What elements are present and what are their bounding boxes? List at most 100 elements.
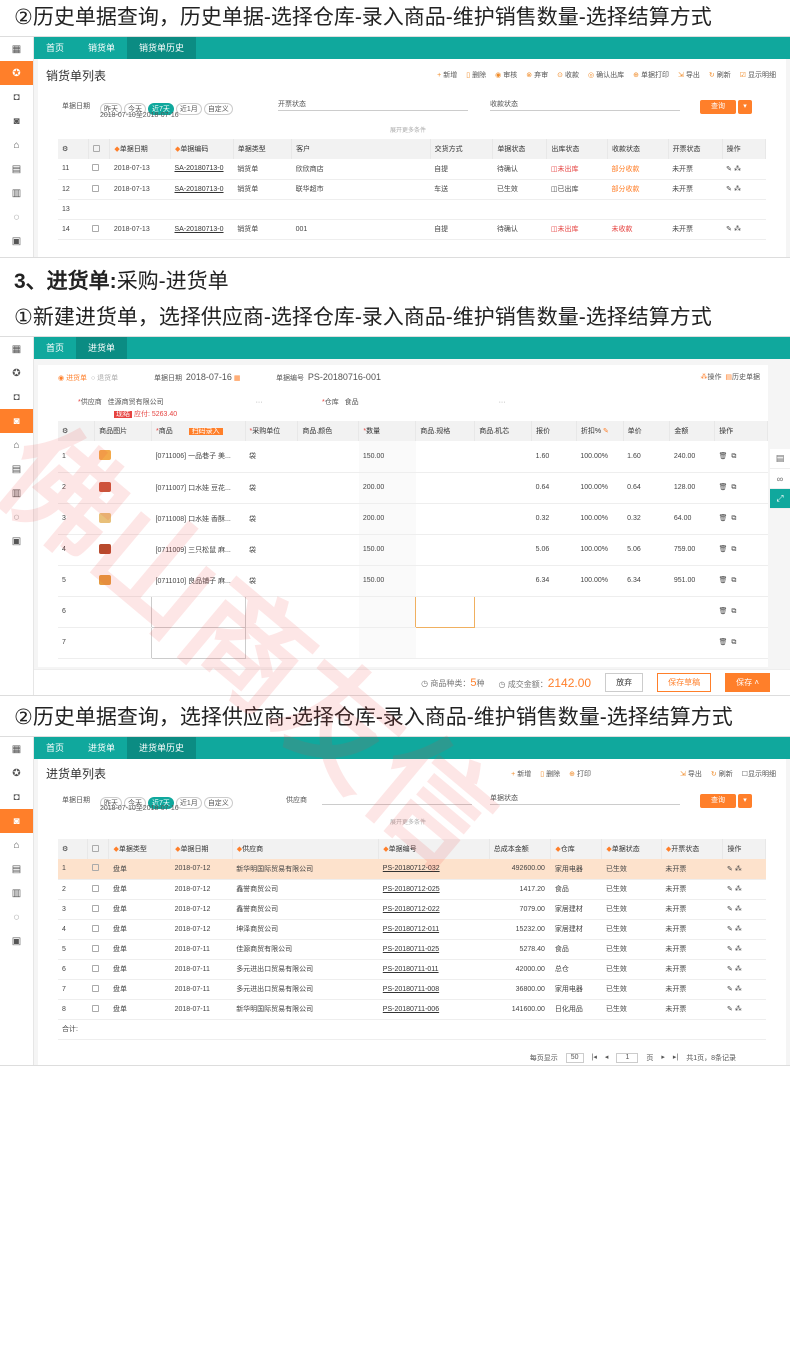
trash-icon[interactable]: 🗑	[719, 515, 728, 522]
table-row[interactable]: 14 2018-07-13 SA-20180713-0 销货单 001 自提 待确认 ◫未出库…	[58, 219, 766, 240]
invoice-status-select[interactable]: 开票状态	[278, 99, 468, 111]
table-row[interactable]: 3 盘单 2018-07-12 鑫誉商贸公司 PS-20180712-022 7079.0…	[58, 899, 766, 920]
export-button[interactable]: ⇲ 导出	[680, 769, 702, 779]
goods-row[interactable]: 7 🗑 ⧉	[58, 626, 768, 659]
copy-icon[interactable]: ⧉	[731, 608, 736, 615]
more-icon[interactable]: ⁂	[734, 226, 741, 233]
sales-icon[interactable]: ✪	[0, 761, 33, 785]
col-supplier[interactable]: ◆供应商	[232, 839, 380, 859]
more-icon[interactable]: ⁂	[735, 1006, 742, 1013]
audit-button[interactable]: ◉ 审核	[495, 70, 517, 80]
tab-sales-history[interactable]: 销货单历史	[127, 37, 197, 59]
row-spec[interactable]	[415, 565, 475, 597]
col-code[interactable]: ◆单据编号	[378, 839, 490, 859]
edit-discount-icon[interactable]: ✎	[603, 428, 609, 435]
refresh-icon[interactable]: ◌	[0, 205, 33, 229]
table-row[interactable]: 7 盘单 2018-07-11 多元进出口贸易有限公司 PS-20180711-008 3…	[58, 979, 766, 1000]
copy-icon[interactable]: ⧉	[731, 484, 736, 491]
col-status[interactable]: 单据状态	[492, 139, 548, 159]
more-icon[interactable]: ⁂	[735, 866, 742, 873]
trash-icon[interactable]: 🗑	[719, 546, 728, 553]
row-checkbox[interactable]	[87, 939, 109, 960]
goods-row[interactable]: 4 [0711009] 三只松鼠 麻... 袋 150.00 5.06 100.00% 5.…	[58, 534, 768, 566]
tab-sales[interactable]: 销货单	[76, 37, 127, 59]
chip-custom[interactable]: 自定义	[203, 797, 233, 809]
goods-cell[interactable]	[151, 626, 246, 659]
row-checkbox[interactable]	[88, 159, 110, 180]
goods-cell[interactable]: [0711008] 口水娃 香酥...	[151, 503, 246, 535]
calendar-icon[interactable]: ▦	[0, 337, 33, 361]
header-checkbox[interactable]	[88, 139, 111, 159]
col-out-status[interactable]: 出库状态	[546, 139, 608, 159]
first-page-icon[interactable]: |◂	[592, 1053, 597, 1063]
link-icon[interactable]: ∞	[770, 469, 790, 489]
row-code-link[interactable]: PS-20180711-008	[378, 979, 490, 1000]
row-checkbox[interactable]	[88, 219, 110, 240]
col-date[interactable]: ◆单据日期	[109, 139, 171, 159]
document-icon[interactable]: ▣	[0, 229, 33, 253]
refresh-button[interactable]: ↻ 刷新	[711, 769, 733, 779]
more-icon[interactable]: ⁂	[734, 186, 741, 193]
export-button[interactable]: ⇲ 导出	[678, 70, 700, 80]
chip-1month[interactable]: 近1月	[175, 103, 202, 115]
row-code-link[interactable]: PS-20180712-025	[378, 879, 490, 900]
bag-icon[interactable]: ◙	[0, 809, 33, 833]
page-size-select[interactable]: 50	[565, 1053, 584, 1063]
table-row[interactable]: 2 盘单 2018-07-12 鑫誉商贸公司 PS-20180712-025 1417.2…	[58, 879, 766, 900]
more-icon[interactable]: ⁂	[735, 986, 742, 993]
document-icon[interactable]: ▣	[0, 529, 33, 553]
confirm-out-button[interactable]: ◎ 确认出库	[588, 70, 624, 80]
radio-return[interactable]: ○ 退货单	[91, 375, 118, 382]
tab-purchase-history[interactable]: 进货单历史	[127, 737, 197, 759]
refresh-icon[interactable]: ◌	[0, 505, 33, 529]
tab-purchase[interactable]: 进货单	[76, 337, 128, 359]
row-code-link[interactable]: SA-20180713-0	[170, 219, 234, 240]
col-invoice-status[interactable]: 开票状态	[668, 139, 723, 159]
trash-icon[interactable]: 🗑	[719, 639, 728, 646]
supplier-value[interactable]: 佳源商贸有限公司	[108, 399, 164, 406]
copy-icon[interactable]: ⧉	[731, 453, 736, 460]
col-status[interactable]: ◆单据状态	[601, 839, 662, 859]
id-card-icon[interactable]: ▥	[0, 481, 33, 505]
row-spec[interactable]	[415, 627, 475, 659]
goods-row[interactable]: 6 🗑 ⧉	[58, 595, 768, 628]
goods-row[interactable]: 1 [0711006] 一品巷子 美... 袋 150.00 1.60 100.00% 1.…	[58, 441, 768, 473]
edit-icon[interactable]: ✎	[726, 166, 732, 173]
row-checkbox[interactable]	[87, 879, 109, 900]
header-checkbox[interactable]	[87, 839, 110, 859]
row-code-link[interactable]: PS-20180711-011	[378, 959, 490, 980]
row-checkbox[interactable]	[87, 899, 109, 920]
show-detail-toggle[interactable]: ☐显示明细	[742, 769, 776, 779]
goods-cell[interactable]: [0711010] 良品铺子 麻...	[151, 565, 246, 597]
doc-status-select[interactable]: 单据状态	[490, 793, 680, 805]
table-row[interactable]: 4 盘单 2018-07-12 坤泽商贸公司 PS-20180712-011 15232.…	[58, 919, 766, 940]
edit-icon[interactable]: ✎	[726, 226, 732, 233]
expand-icon[interactable]: ⤢	[770, 489, 790, 509]
ops-button[interactable]: ⁂操作	[700, 374, 721, 381]
show-detail-toggle[interactable]: ☑ 显示明细	[740, 70, 776, 80]
supplier-select[interactable]	[322, 793, 472, 805]
lock-icon[interactable]: ◘	[0, 785, 33, 809]
edit-icon[interactable]: ✎	[727, 906, 733, 913]
col-code[interactable]: ◆单据编码	[170, 139, 234, 159]
row-spec[interactable]	[415, 595, 476, 628]
page-input[interactable]: 1	[616, 1053, 639, 1063]
table-row[interactable]: 13	[58, 199, 766, 220]
home-icon[interactable]: ⌂	[0, 133, 33, 157]
discard-button[interactable]: 放弃	[605, 673, 644, 692]
trash-icon[interactable]: 🗑	[719, 484, 728, 491]
row-spec[interactable]	[415, 441, 475, 473]
last-page-icon[interactable]: ▸|	[673, 1053, 678, 1063]
collect-button[interactable]: ⊙ 收款	[557, 70, 579, 80]
doc-date-value[interactable]: 2018-07-16	[186, 372, 232, 382]
col-cost[interactable]: 总成本金额	[489, 839, 552, 859]
col-type[interactable]: ◆单据类型	[108, 839, 172, 859]
table-row[interactable]: 11 2018-07-13 SA-20180713-0 销货单 欣欣商店 自提 待确认 ◫未出…	[58, 159, 766, 180]
copy-icon[interactable]: ⧉	[731, 577, 736, 584]
table-row[interactable]: 12 2018-07-13 SA-20180713-0 销货单 联华超市 车送 已生效 ◫已出…	[58, 179, 766, 200]
id-card-icon[interactable]: ▥	[0, 881, 33, 905]
edit-icon[interactable]: ✎	[726, 186, 732, 193]
tab-home[interactable]: 首页	[34, 337, 76, 359]
sales-icon[interactable]: ✪	[0, 361, 33, 385]
more-icon[interactable]: ⁂	[735, 966, 742, 973]
